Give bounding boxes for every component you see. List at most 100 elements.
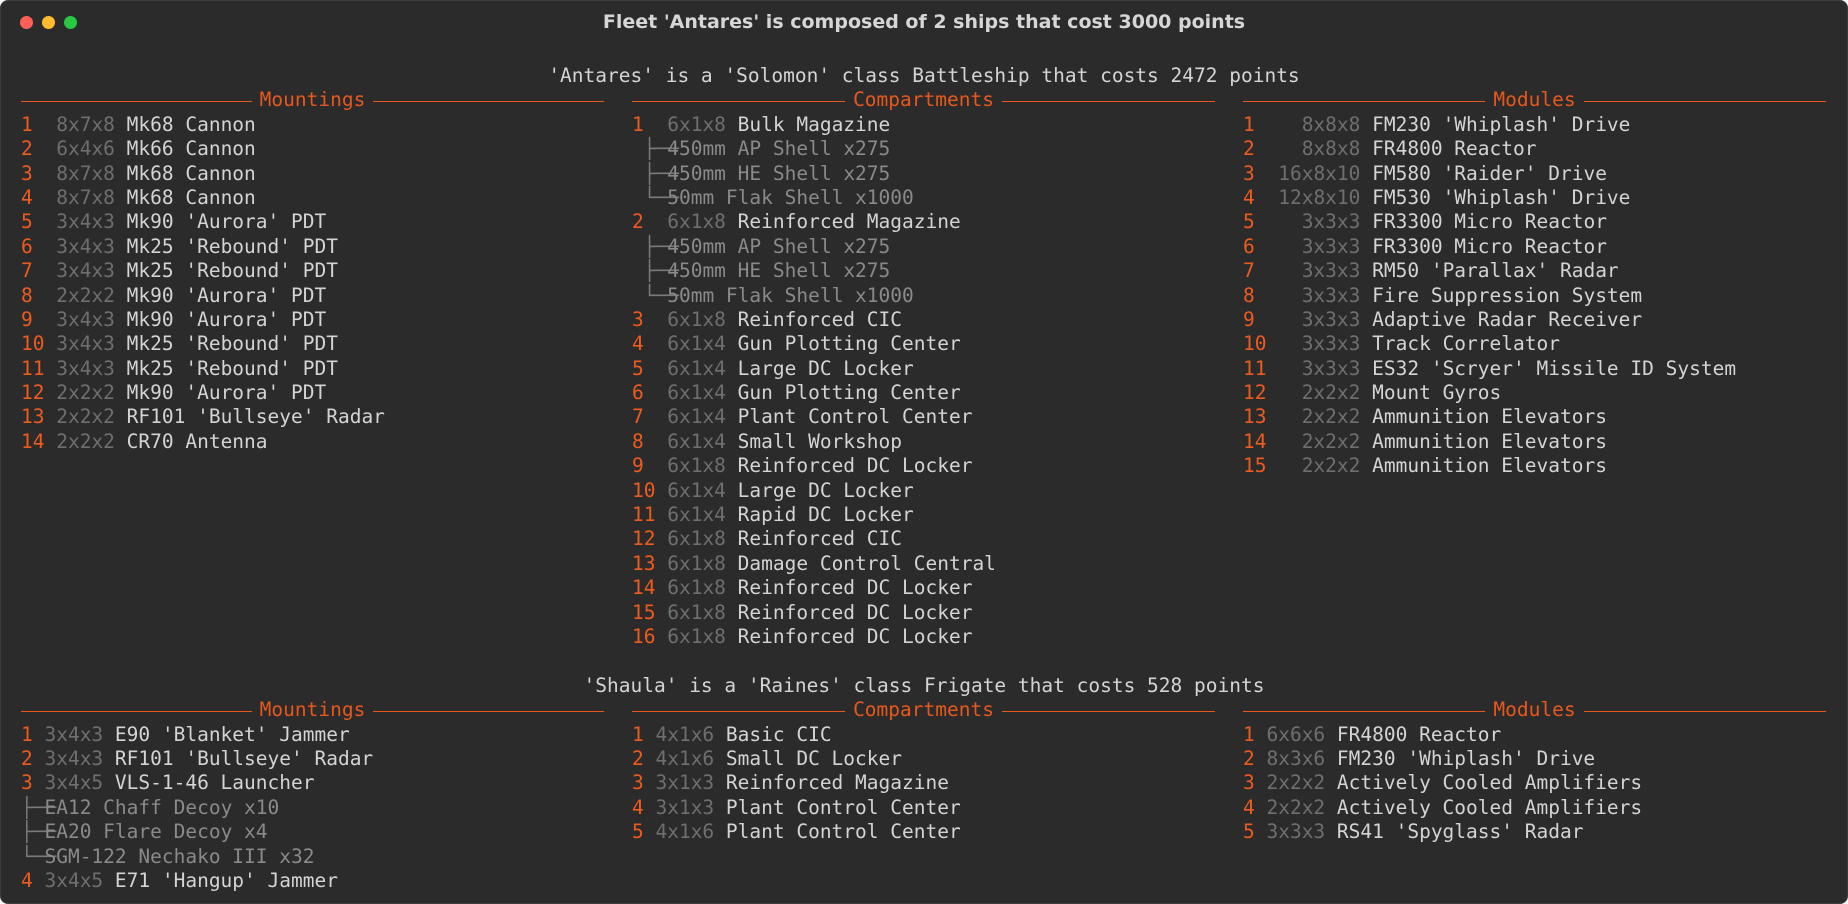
title-bar: Fleet 'Antares' is composed of 2 ships t…: [1, 1, 1847, 41]
item-size: 3x4x3: [44, 722, 104, 746]
list-item: 8 2x2x2 Mk90 'Aurora' PDT: [21, 284, 604, 308]
item-size: 8x3x6: [1266, 746, 1326, 770]
list-item: 9 3x4x3 Mk90 'Aurora' PDT: [21, 308, 604, 332]
item-number: 10: [632, 478, 656, 502]
item-number: 10: [1243, 332, 1267, 356]
item-name: FM230 'Whiplash' Drive: [1325, 746, 1596, 770]
item-name: Track Correlator: [1360, 332, 1560, 356]
item-name: Small DC Locker: [714, 746, 902, 770]
list-item: 12 2x2x2 Mount Gyros: [1243, 381, 1826, 405]
title-rule-right: [373, 101, 605, 103]
terminal-window: Fleet 'Antares' is composed of 2 ships t…: [0, 0, 1848, 904]
item-number: 15: [1243, 454, 1267, 478]
item-name: Mk68 Cannon: [114, 112, 256, 136]
item-number: 14: [21, 429, 45, 453]
column-title-label: Compartments: [853, 698, 994, 722]
ship-separator: [21, 649, 1827, 673]
item-number: 2: [1243, 746, 1255, 770]
list-item: 11 6x1x4 Rapid DC Locker: [632, 503, 1215, 527]
item-number: 1: [21, 722, 33, 746]
item-name: Mk90 'Aurora' PDT: [114, 381, 327, 405]
item-number: 14: [1243, 429, 1267, 453]
item-size: 3x3x3: [1301, 356, 1361, 380]
list-item: 14 2x2x2 CR70 Antenna: [21, 430, 604, 454]
item-number: 2: [632, 210, 644, 234]
title-rule-right: [1001, 101, 1216, 103]
item-name: Mk68 Cannon: [114, 161, 256, 185]
item-size: 16x8x10: [1278, 161, 1361, 185]
item-name: Basic CIC: [714, 722, 832, 746]
title-rule-right: [1583, 101, 1826, 103]
list-item: 12 6x1x8 Reinforced CIC: [632, 527, 1215, 551]
title-rule-right: [1001, 710, 1216, 712]
title-rule-left: [632, 101, 846, 103]
item-size: 3x3x3: [1301, 210, 1361, 234]
item-number: 5: [1243, 210, 1255, 234]
list-item: 1 3x4x3 E90 'Blanket' Jammer: [21, 723, 604, 747]
list-item: 5 3x3x3 FR3300 Micro Reactor: [1243, 210, 1826, 234]
item-size: 6x1x8: [667, 576, 726, 600]
list-item: 1 8x8x8 FM230 'Whiplash' Drive: [1243, 113, 1826, 137]
item-number: 12: [632, 527, 656, 551]
item-name: Reinforced Magazine: [725, 210, 961, 234]
list-item: 3 6x1x8 Reinforced CIC: [632, 308, 1215, 332]
item-size: 6x1x8: [667, 600, 726, 624]
column-modules: Modules 1 6x6x6 FR4800 Reactor 2 8x3x6 FM230…: [1243, 698, 1826, 893]
item-number: 1: [1243, 722, 1255, 746]
item-size: 3x4x5: [44, 868, 104, 892]
list-item: 11 3x3x3 ES32 'Scryer' Missile ID System: [1243, 357, 1826, 381]
item-size: 6x1x8: [667, 527, 726, 551]
list-item: 7 6x1x4 Plant Control Center: [632, 405, 1215, 429]
item-number: 4: [632, 795, 644, 819]
item-size: 3x3x3: [1301, 307, 1361, 331]
title-rule-left: [1243, 710, 1486, 712]
item-size: 3x4x3: [56, 332, 115, 356]
list-item: 1 6x1x8 Bulk Magazine: [632, 113, 1215, 137]
item-number: 13: [632, 551, 656, 575]
list-item: 13 2x2x2 RF101 'Bullseye' Radar: [21, 405, 604, 429]
sub-item: └── SGM-122 Nechako III x32: [21, 845, 604, 869]
item-number: 7: [632, 405, 644, 429]
column-modules: Modules 1 8x8x8 FM230 'Whiplash' Drive 2 8x8…: [1243, 88, 1826, 649]
item-number: 1: [632, 722, 644, 746]
item-size: 3x3x3: [1301, 332, 1361, 356]
ship-columns: Mountings 1 3x4x3 E90 'Blanket' Jammer 2 3x4…: [21, 698, 1827, 893]
column-title: Mountings: [21, 88, 605, 112]
item-number: 16: [632, 624, 656, 648]
item-name: Mk25 'Rebound' PDT: [114, 259, 338, 283]
item-number: 4: [1243, 185, 1255, 209]
item-number: 3: [1243, 161, 1255, 185]
item-size: 6x1x4: [667, 332, 726, 356]
list-item: 2 6x4x6 Mk66 Cannon: [21, 137, 604, 161]
item-name: Reinforced DC Locker: [725, 454, 973, 478]
item-size: 8x8x8: [1301, 137, 1361, 161]
item-number: 9: [21, 307, 33, 331]
sub-item: ├── 450mm HE Shell x275: [632, 259, 1215, 283]
sub-item: ├── EA20 Flare Decoy x4: [21, 820, 604, 844]
sub-item: ├── 450mm AP Shell x275: [632, 235, 1215, 259]
item-name: RF101 'Bullseye' Radar: [103, 746, 374, 770]
sub-item-name: 450mm AP Shell x275: [667, 234, 891, 258]
item-name: Reinforced CIC: [725, 307, 903, 331]
list-item: 3 16x8x10 FM580 'Raider' Drive: [1243, 162, 1826, 186]
list-item: 5 3x3x3 RS41 'Spyglass' Radar: [1243, 820, 1826, 844]
item-name: VLS-1-46 Launcher: [103, 771, 315, 795]
item-name: CR70 Antenna: [114, 429, 268, 453]
list-item: 16 6x1x8 Reinforced DC Locker: [632, 625, 1215, 649]
item-number: 13: [21, 405, 45, 429]
list-item: 7 3x4x3 Mk25 'Rebound' PDT: [21, 259, 604, 283]
list-item: 14 6x1x8 Reinforced DC Locker: [632, 576, 1215, 600]
list-item: 4 2x2x2 Actively Cooled Amplifiers: [1243, 796, 1826, 820]
title-rule-left: [21, 101, 252, 103]
item-name: Reinforced DC Locker: [725, 600, 973, 624]
item-number: 3: [21, 161, 33, 185]
item-size: 3x4x3: [56, 356, 115, 380]
list-item: 6 3x3x3 FR3300 Micro Reactor: [1243, 235, 1826, 259]
list-item: 3 3x4x5 VLS-1-46 Launcher: [21, 771, 604, 795]
list-item: 3 8x7x8 Mk68 Cannon: [21, 162, 604, 186]
item-size: 3x3x3: [1301, 259, 1361, 283]
title-rule-left: [1243, 101, 1486, 103]
item-name: Large DC Locker: [725, 478, 914, 502]
item-size: 6x1x4: [667, 405, 726, 429]
item-size: 4x1x6: [655, 722, 715, 746]
